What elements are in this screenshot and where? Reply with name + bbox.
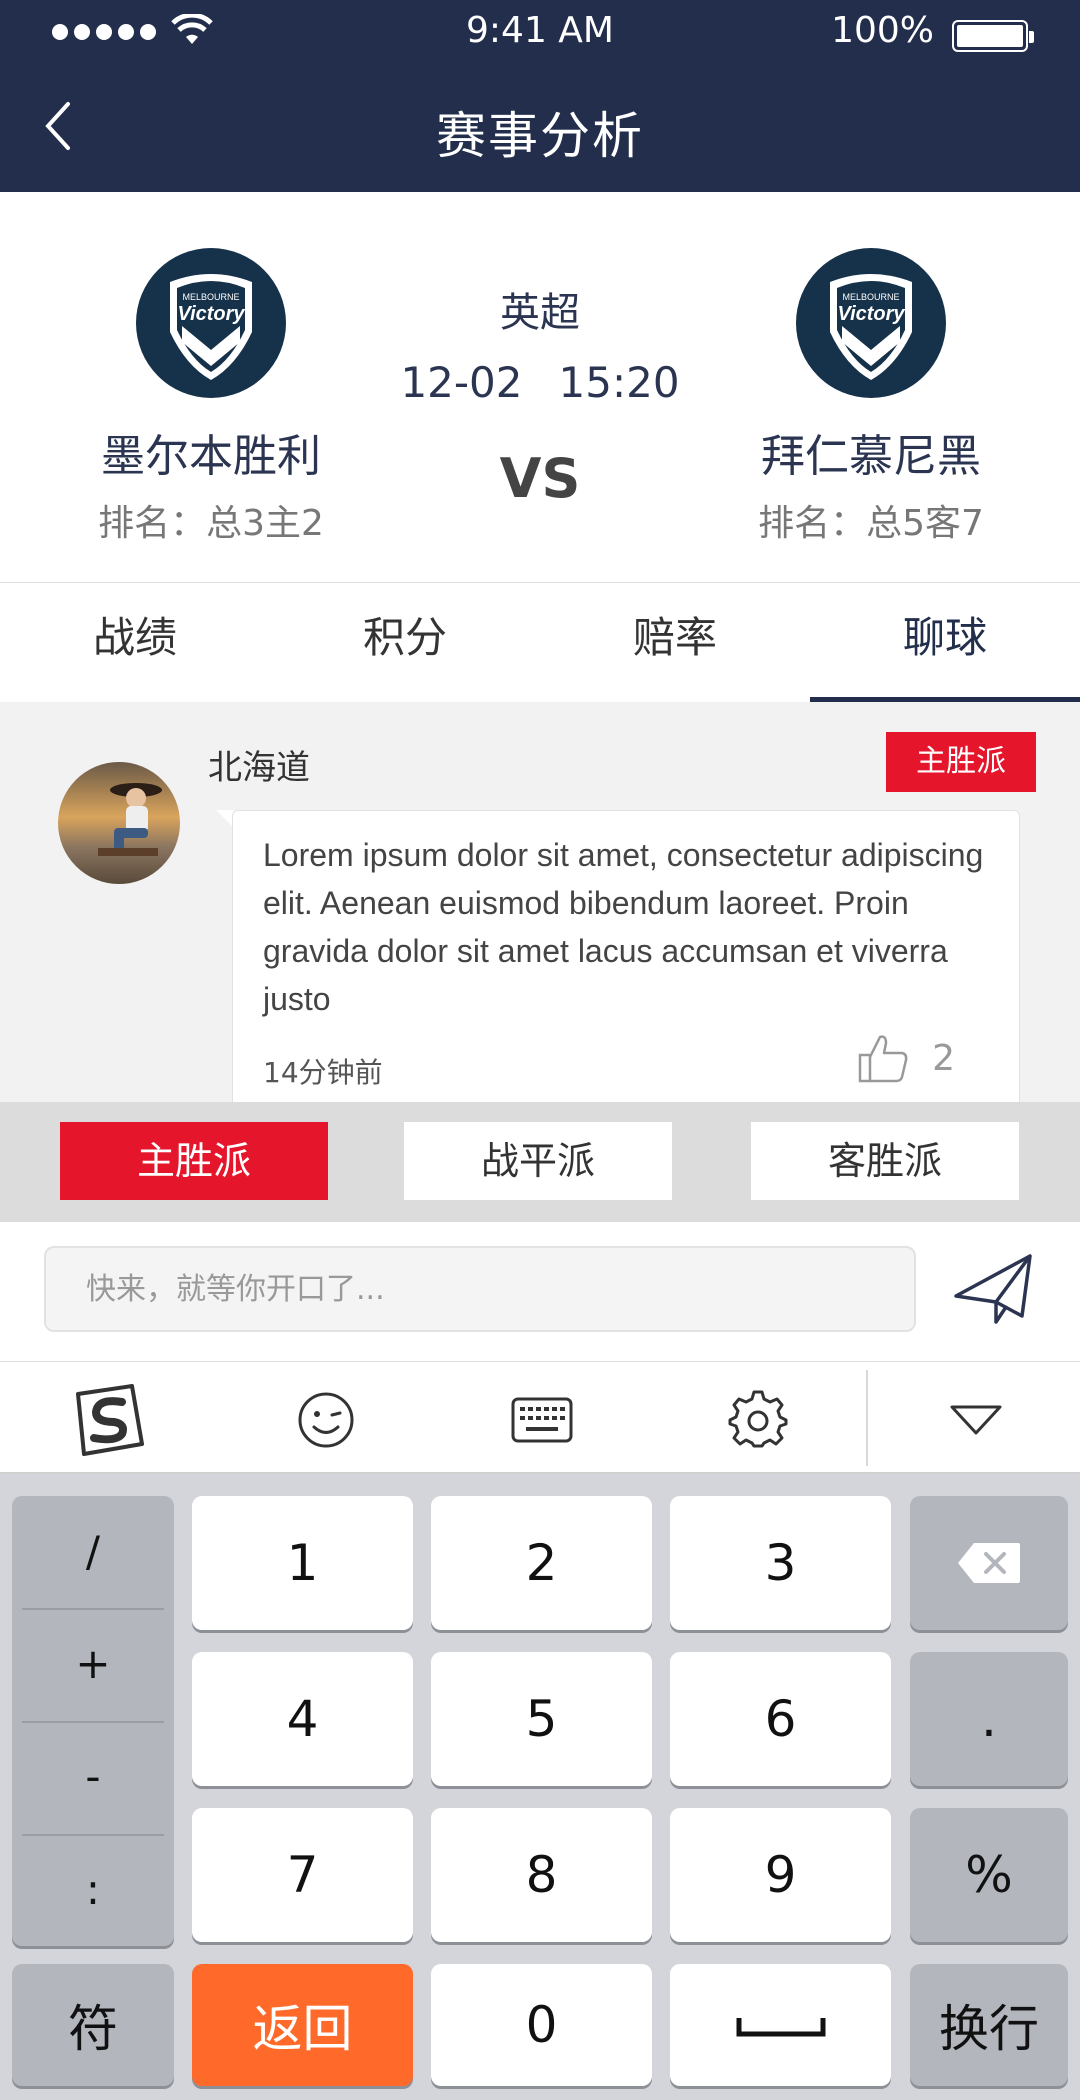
match-info: 英超 12-02 15:20 VS: [380, 280, 700, 510]
message-bubble: Lorem ipsum dolor sit amet, consectetur …: [232, 810, 1020, 1102]
like-count: 2: [932, 1037, 955, 1079]
newline-key[interactable]: 换行: [910, 1964, 1068, 2086]
away-team-logo: MELBOURNE Victory: [796, 248, 946, 398]
match-datetime: 12-02 15:20: [380, 358, 700, 407]
chat-input[interactable]: [44, 1246, 916, 1332]
backspace-key[interactable]: [910, 1496, 1068, 1630]
settings-gear-icon[interactable]: [718, 1380, 798, 1460]
key-8[interactable]: 8: [431, 1808, 652, 1942]
key-colon[interactable]: :: [12, 1834, 174, 1946]
thumbs-up-icon: [858, 1035, 908, 1083]
message-time: 14分钟前: [263, 1056, 383, 1089]
battery-icon: [952, 20, 1034, 52]
chat-feed[interactable]: 北海道 主胜派 Lorem ipsum dolor sit amet, cons…: [0, 702, 1080, 1102]
svg-text:Victory: Victory: [837, 303, 905, 325]
stance-badge: 主胜派: [886, 732, 1036, 792]
match-card: MELBOURNE Victory 墨尔本胜利 排名：总3主2 英超 12-02…: [0, 192, 1080, 582]
key-1[interactable]: 1: [192, 1496, 413, 1630]
home-team-rank: 排名：总3主2: [98, 503, 324, 544]
key-dot[interactable]: .: [910, 1652, 1068, 1786]
collapse-keyboard-icon[interactable]: [936, 1380, 1016, 1460]
battery-percent: 100%: [831, 10, 934, 51]
status-bar: 9:41 AM 100%: [0, 0, 1080, 66]
key-9[interactable]: 9: [670, 1808, 891, 1942]
key-5[interactable]: 5: [431, 1652, 652, 1786]
keyboard-icon[interactable]: [502, 1380, 582, 1460]
key-4[interactable]: 4: [192, 1652, 413, 1786]
svg-text:MELBOURNE: MELBOURNE: [182, 292, 239, 302]
emoji-icon[interactable]: [286, 1380, 366, 1460]
key-plus[interactable]: +: [12, 1608, 174, 1720]
message-username: 北海道: [208, 748, 310, 788]
match-date: 12-02: [400, 358, 523, 407]
home-team-name: 墨尔本胜利: [101, 431, 321, 482]
key-percent[interactable]: %: [910, 1808, 1068, 1942]
space-bar-icon: [736, 2018, 825, 2037]
sogou-logo-icon[interactable]: [68, 1380, 148, 1460]
league-name: 英超: [500, 290, 580, 336]
match-time: 15:20: [558, 358, 680, 407]
draw-stance-button[interactable]: 战平派: [404, 1122, 672, 1200]
away-team-name: 拜仁慕尼黑: [761, 431, 981, 482]
stance-bar: 主胜派 战平派 客胜派: [0, 1102, 1080, 1222]
tab-chat[interactable]: 聊球: [810, 583, 1080, 702]
vs-label: VS: [499, 447, 581, 510]
away-team[interactable]: MELBOURNE Victory 拜仁慕尼黑 排名：总5客7: [706, 248, 1036, 546]
message-text: Lorem ipsum dolor sit amet, consectetur …: [263, 837, 984, 1017]
key-0[interactable]: 0: [431, 1964, 652, 2086]
backspace-icon: [958, 1543, 1020, 1583]
key-2[interactable]: 2: [431, 1496, 652, 1630]
svg-text:MELBOURNE: MELBOURNE: [842, 292, 899, 302]
user-avatar[interactable]: [58, 762, 180, 884]
like-button[interactable]: 2: [856, 1031, 955, 1085]
symbols-key[interactable]: 符: [12, 1964, 174, 2086]
analysis-tabs: 战绩 积分 赔率 聊球: [0, 582, 1080, 702]
page-title: 赛事分析: [436, 107, 644, 165]
tab-odds[interactable]: 赔率: [540, 583, 810, 702]
top-header: 9:41 AM 100% 赛事分析: [0, 0, 1080, 192]
return-key[interactable]: 返回: [192, 1964, 413, 2086]
home-team[interactable]: MELBOURNE Victory 墨尔本胜利 排名：总3主2: [46, 248, 376, 546]
space-key[interactable]: [670, 1964, 891, 2086]
key-6[interactable]: 6: [670, 1652, 891, 1786]
keyboard-toolbar: [0, 1362, 1080, 1474]
tab-record[interactable]: 战绩: [0, 583, 270, 702]
svg-text:Victory: Victory: [177, 303, 245, 325]
send-icon[interactable]: [952, 1250, 1036, 1330]
away-win-stance-button[interactable]: 客胜派: [751, 1122, 1019, 1200]
home-win-stance-button[interactable]: 主胜派: [60, 1122, 328, 1200]
away-team-rank: 排名：总5客7: [758, 503, 984, 544]
key-minus[interactable]: -: [12, 1721, 174, 1833]
tab-standings[interactable]: 积分: [270, 583, 540, 702]
message-input-bar: [0, 1222, 1080, 1362]
key-7[interactable]: 7: [192, 1808, 413, 1942]
numeric-keyboard: / + - : 1 2 3 4 5 6 . 7 8 9 % 符 返回 0 换行: [0, 1474, 1080, 2100]
key-slash[interactable]: /: [12, 1496, 174, 1608]
toolbar-divider: [866, 1370, 868, 1466]
home-team-logo: MELBOURNE Victory: [136, 248, 286, 398]
key-3[interactable]: 3: [670, 1496, 891, 1630]
symbol-column: / + - :: [12, 1496, 174, 1946]
